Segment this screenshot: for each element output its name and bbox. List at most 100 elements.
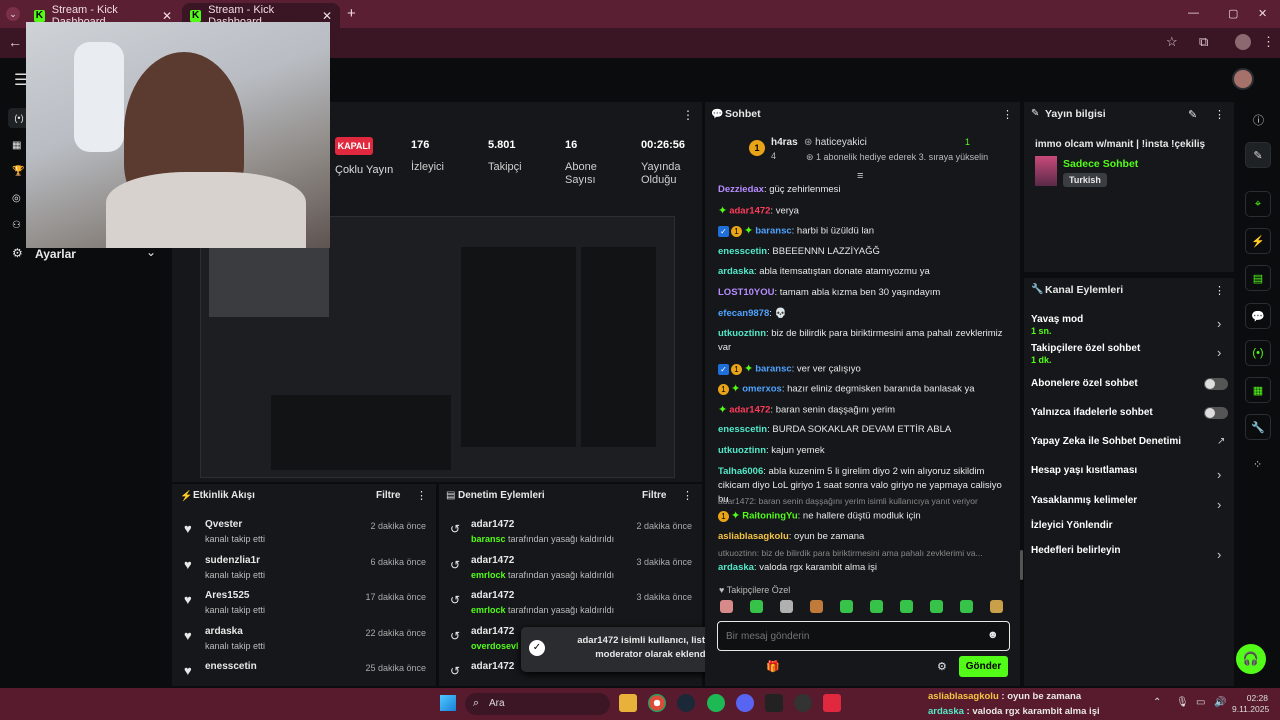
close-tab-icon[interactable]: ✕ <box>162 9 172 23</box>
activity-user[interactable]: sudenzlia1r <box>205 555 260 566</box>
profile-avatar[interactable] <box>1235 34 1251 50</box>
obs-icon[interactable] <box>765 694 783 712</box>
chevron-right-icon[interactable]: › <box>1217 467 1221 482</box>
chevron-right-icon[interactable]: › <box>1217 547 1221 562</box>
moderation-menu-icon[interactable]: ⋮ <box>682 489 693 502</box>
chat-username[interactable]: Talha6006 <box>718 466 763 477</box>
valorant-icon[interactable] <box>823 694 841 712</box>
chat-username[interactable]: LOST10YOU <box>718 287 775 298</box>
pinned-user-1[interactable]: h4ras <box>771 137 798 148</box>
chat-input[interactable] <box>726 627 976 645</box>
activity-filter-button[interactable]: Filtre <box>376 490 400 501</box>
channel-action-item[interactable]: İzleyici Yönlendir <box>1031 520 1113 531</box>
discord-icon[interactable] <box>736 694 754 712</box>
gear-icon[interactable]: ⚙ <box>12 246 23 260</box>
gift-icon[interactable]: 🎁 <box>766 660 780 673</box>
support-headset-button[interactable]: 🎧 <box>1236 644 1266 674</box>
user-avatar[interactable] <box>1232 68 1254 90</box>
chat-menu-icon[interactable]: ⋮ <box>1002 108 1013 121</box>
channel-action-item[interactable]: Yasaklanmış kelimeler <box>1031 495 1137 506</box>
chat-scrollbar[interactable] <box>1020 550 1023 580</box>
lightning-rail-icon[interactable]: ⚡ <box>1245 228 1271 254</box>
broadcast-rail-icon[interactable]: (•) <box>1245 340 1271 366</box>
new-tab-button[interactable]: + <box>347 5 356 22</box>
panel-menu-icon[interactable]: ⋮ <box>682 108 694 122</box>
tray-volume-icon[interactable]: 🔊 <box>1214 697 1226 708</box>
tab-search-icon[interactable]: ⌄ <box>6 7 20 21</box>
chat-username[interactable]: utkuoztinn <box>718 445 766 456</box>
chrome-icon[interactable] <box>648 694 666 712</box>
toggle-switch[interactable] <box>1204 378 1228 390</box>
channel-action-item[interactable]: Abonelere özel sohbet <box>1031 378 1138 389</box>
back-icon[interactable]: ← <box>8 34 22 50</box>
spotify-icon[interactable] <box>707 694 725 712</box>
category-name[interactable]: Sadece Sohbet <box>1063 158 1138 170</box>
chat-username[interactable]: baransc <box>755 364 791 375</box>
chat-username[interactable]: utkuoztinn <box>718 328 766 339</box>
tray-mic-icon[interactable]: 🎙 <box>1176 697 1189 708</box>
settings-label[interactable]: Ayarlar <box>35 247 76 261</box>
chat-username[interactable]: adar1472 <box>729 405 770 416</box>
filter-lines-icon[interactable]: ≡ <box>857 170 863 182</box>
moderation-user[interactable]: adar1472 <box>471 519 514 530</box>
chat-username[interactable]: ardaska <box>718 562 754 573</box>
channel-action-item[interactable]: Hesap yaşı kısıtlaması <box>1031 465 1137 476</box>
pinned-user-2[interactable]: ⊛ haticeyakici <box>804 137 867 148</box>
emote-icon[interactable] <box>750 600 763 613</box>
browser-menu-icon[interactable]: ⋮ <box>1262 34 1275 50</box>
emote-icon[interactable] <box>870 600 883 613</box>
chat-input-box[interactable]: ☻ <box>717 621 1010 651</box>
channel-actions-menu-icon[interactable]: ⋮ <box>1214 284 1225 297</box>
channel-action-item[interactable]: Yalnızca ifadelerle sohbet <box>1031 407 1153 418</box>
steam-icon[interactable] <box>677 694 695 712</box>
chevron-right-icon[interactable]: › <box>1217 345 1221 360</box>
chat-username[interactable]: asliablasagkolu <box>718 531 789 542</box>
focus-rail-icon[interactable]: ⌖ <box>1245 191 1271 217</box>
chat-username[interactable]: ardaska <box>718 266 754 277</box>
tray-chevron-icon[interactable]: ⌃ <box>1153 697 1161 708</box>
emote-icon[interactable] <box>960 600 973 613</box>
chat-username[interactable]: omerxos <box>742 384 782 395</box>
minimize-button[interactable]: — <box>1188 7 1199 19</box>
close-window-button[interactable]: ✕ <box>1258 7 1267 20</box>
chat-rail-icon[interactable]: 💬 <box>1245 303 1271 329</box>
file-explorer-icon[interactable] <box>619 694 637 712</box>
emote-icon[interactable] <box>780 600 793 613</box>
emote-icon[interactable] <box>810 600 823 613</box>
chat-username[interactable]: enesscetin <box>718 246 767 257</box>
activity-menu-icon[interactable]: ⋮ <box>416 489 427 502</box>
chevron-right-icon[interactable]: › <box>1217 497 1221 512</box>
moderation-filter-button[interactable]: Filtre <box>642 490 666 501</box>
activity-user[interactable]: ardaska <box>205 626 243 637</box>
chat-username[interactable]: enesscetin <box>718 424 767 435</box>
tray-clock[interactable]: 02:28 9.11.2025 <box>1232 693 1269 715</box>
document-rail-icon[interactable]: ▤ <box>1245 265 1271 291</box>
chevron-right-icon[interactable]: › <box>1217 316 1221 331</box>
chat-username[interactable]: baransc <box>755 226 791 237</box>
chat-settings-gear-icon[interactable]: ⚙ <box>937 660 947 673</box>
emote-icon[interactable] <box>720 600 733 613</box>
toggle-switch[interactable] <box>1204 407 1228 419</box>
layout-rail-icon[interactable]: ▦ <box>1245 377 1271 403</box>
community-nav-icon[interactable]: ◎ <box>12 193 21 204</box>
emote-icon[interactable] <box>990 600 1003 613</box>
app-icon[interactable] <box>794 694 812 712</box>
apps-icon[interactable]: ⁘ <box>1253 458 1262 471</box>
wrench-rail-icon[interactable]: 🔧 <box>1245 414 1271 440</box>
edit-icon[interactable]: ✎ <box>1188 108 1197 121</box>
edit-rail-icon[interactable]: ✎ <box>1245 142 1271 168</box>
chat-username[interactable]: adar1472 <box>729 206 770 217</box>
maximize-button[interactable]: ▢ <box>1228 7 1238 20</box>
info-menu-icon[interactable]: ⋮ <box>1214 108 1225 121</box>
moderation-user[interactable]: adar1472 <box>471 661 514 672</box>
close-tab-icon[interactable]: ✕ <box>322 9 332 23</box>
chat-username[interactable]: Dezziedax <box>718 184 764 195</box>
trophy-nav-icon[interactable]: 🏆 <box>12 166 24 177</box>
extensions-icon[interactable]: ⧉ <box>1199 34 1208 50</box>
activity-user[interactable]: Qvester <box>205 519 242 530</box>
chat-username[interactable]: efecan9878 <box>718 308 769 319</box>
moderation-user[interactable]: adar1472 <box>471 555 514 566</box>
chat-username[interactable]: RaitoningYu <box>742 511 797 522</box>
activity-user[interactable]: Ares1525 <box>205 590 249 601</box>
external-link-icon[interactable]: ↗ <box>1217 436 1225 447</box>
